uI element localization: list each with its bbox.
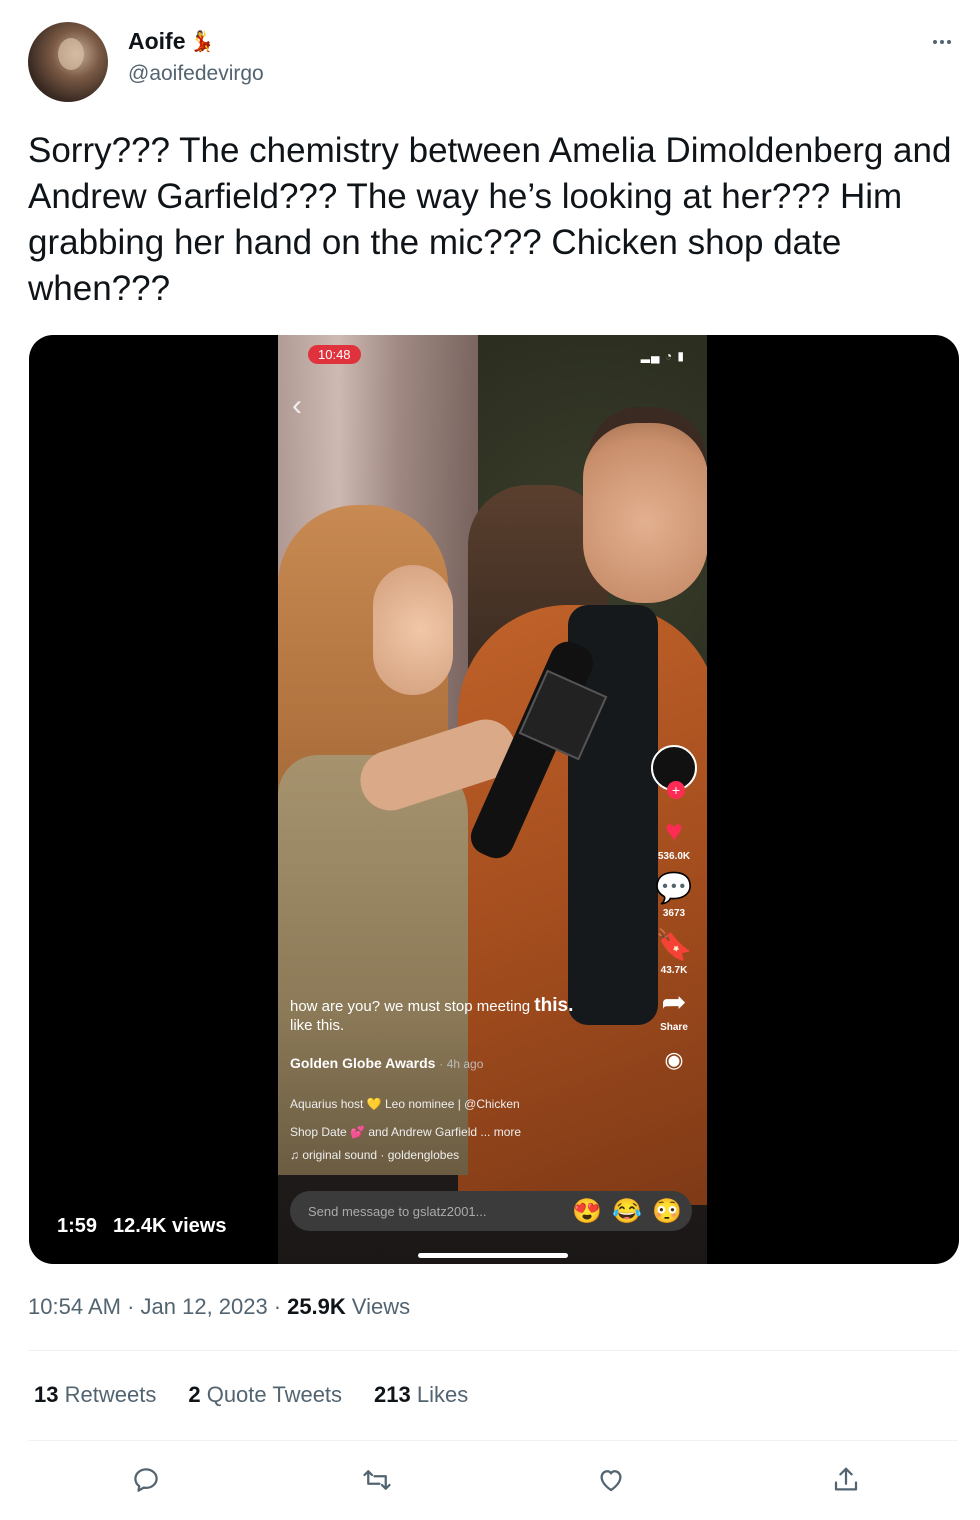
video-views: 12.4K views <box>113 1215 227 1237</box>
retweets-count: 13 <box>34 1382 59 1407</box>
tiktok-comment-count: 3673 <box>662 908 686 919</box>
music-disc-icon: ◉ <box>664 1047 684 1072</box>
avatar-photo <box>58 38 84 70</box>
phone-status-time: 10:48 <box>308 345 361 364</box>
likes-label: Likes <box>416 1382 469 1407</box>
tweet-timestamp-row: 10:54 AM · Jan 12, 2023 · 25.9K Views <box>28 1294 410 1320</box>
divider <box>28 1350 958 1351</box>
reply-button[interactable] <box>126 1460 166 1500</box>
tiktok-sound-disc: ◉ <box>664 1043 683 1077</box>
tiktok-comment: 💬 3673 <box>655 872 692 919</box>
more-dot-icon <box>940 40 944 44</box>
video-caption: how are you? we must stop meeting this. … <box>290 995 660 1034</box>
video-duration: 1:59 <box>57 1215 98 1237</box>
retweets-stat[interactable]: 13 Retweets <box>34 1382 156 1408</box>
retweet-icon <box>363 1470 391 1490</box>
likes-stat[interactable]: 213 Likes <box>374 1382 468 1408</box>
tiktok-share: ➦ Share <box>660 986 688 1033</box>
tiktok-save-count: 43.7K <box>660 965 688 976</box>
share-button[interactable] <box>826 1460 866 1500</box>
heart-outline-icon <box>600 1470 622 1492</box>
tiktok-account: Golden Globe Awards · 4h ago <box>290 1055 483 1071</box>
reaction-heart-eyes-icon: 😍 <box>572 1197 603 1225</box>
man-face <box>583 423 707 603</box>
retweets-label: Retweets <box>64 1382 157 1407</box>
retweet-button[interactable] <box>357 1460 397 1500</box>
dancer-emoji-icon: 💃 <box>189 31 215 53</box>
separator-dot: · <box>273 1294 282 1319</box>
more-dot-icon <box>947 40 951 44</box>
more-dot-icon <box>933 40 937 44</box>
tiktok-account-name: Golden Globe Awards <box>290 1055 436 1071</box>
message-placeholder: Send message to gslatz2001... <box>308 1203 487 1219</box>
like-button[interactable] <box>591 1460 631 1500</box>
tiktok-desc-line: Aquarius host 💛 Leo nominee | @Chicken <box>290 1097 520 1111</box>
follow-plus-icon: + <box>667 781 685 799</box>
tiktok-like: ♥ 536.0K <box>658 815 690 862</box>
phone-status-icons: ▂▄ ◔ ▮ <box>640 349 685 363</box>
views-label: Views <box>351 1294 411 1319</box>
share-arrow-icon: ➦ <box>661 986 687 1019</box>
tiktok-share-label: Share <box>660 1022 688 1033</box>
tiktok-description: Aquarius host 💛 Leo nominee | @Chicken S… <box>290 1090 630 1146</box>
tiktok-sound-label: ♫ original sound · goldenglobes <box>290 1148 460 1162</box>
reaction-laughing-icon: 😂 <box>612 1197 643 1225</box>
author-avatar[interactable] <box>28 22 108 102</box>
share-upload-icon <box>834 1467 858 1491</box>
tweet-time: 10:54 AM <box>28 1294 121 1319</box>
author-name-row[interactable]: Aoife 💃 <box>128 28 214 55</box>
bookmark-icon: 🔖 <box>655 929 693 962</box>
video-frame: 10:48 ▂▄ ◔ ▮ ‹ + ♥ 536.0K 💬 3673 🔖 43.7K… <box>278 335 707 1264</box>
tweet-text: Sorry??? The chemistry between Amelia Di… <box>28 131 952 308</box>
reply-icon <box>134 1468 158 1492</box>
views-count: 25.9K <box>287 1294 346 1319</box>
tiktok-post-age: · 4h ago <box>439 1057 484 1071</box>
likes-count: 213 <box>374 1382 411 1407</box>
creator-avatar: + <box>651 745 697 799</box>
video-meta: 1:59 12.4K views <box>57 1215 226 1238</box>
tweet-actions <box>0 1460 980 1500</box>
tiktok-like-count: 536.0K <box>657 851 691 862</box>
tweet-date: Jan 12, 2023 <box>140 1294 268 1319</box>
more-options-button[interactable] <box>926 30 958 54</box>
caption-text-line2: like this. <box>290 1017 345 1034</box>
tiktok-save: 🔖 43.7K <box>655 929 692 976</box>
tiktok-desc-line: Shop Date 💕 and Andrew Garfield ... more <box>290 1125 522 1139</box>
heart-icon: ♥ <box>665 815 683 848</box>
author-handle[interactable]: @aoifedevirgo <box>128 62 264 86</box>
author-display-name[interactable]: Aoife <box>128 28 186 55</box>
divider <box>28 1440 958 1441</box>
tiktok-message-bar: Send message to gslatz2001... 😍 😂 😳 <box>290 1191 692 1231</box>
reaction-flushed-icon: 😳 <box>652 1197 682 1225</box>
tweet-time-link[interactable]: 10:54 AM · Jan 12, 2023 <box>28 1294 268 1320</box>
tweet-header: Aoife 💃 @aoifedevirgo <box>28 22 958 104</box>
tweet-video[interactable]: 10:48 ▂▄ ◔ ▮ ‹ + ♥ 536.0K 💬 3673 🔖 43.7K… <box>29 335 959 1264</box>
quote-tweets-label: Quote Tweets <box>206 1382 343 1407</box>
back-chevron-icon: ‹ <box>292 389 302 422</box>
quote-tweets-stat[interactable]: 2 Quote Tweets <box>188 1382 342 1408</box>
engagement-stats: 13 Retweets 2 Quote Tweets 213 Likes <box>34 1382 468 1408</box>
caption-text-small: how are you? we must stop meeting <box>290 998 531 1015</box>
woman-face <box>373 565 453 695</box>
quote-tweets-count: 2 <box>188 1382 201 1407</box>
caption-text-big: this. <box>534 995 574 1016</box>
comment-bubble-icon: 💬 <box>655 872 693 905</box>
phone-home-indicator <box>418 1253 568 1258</box>
